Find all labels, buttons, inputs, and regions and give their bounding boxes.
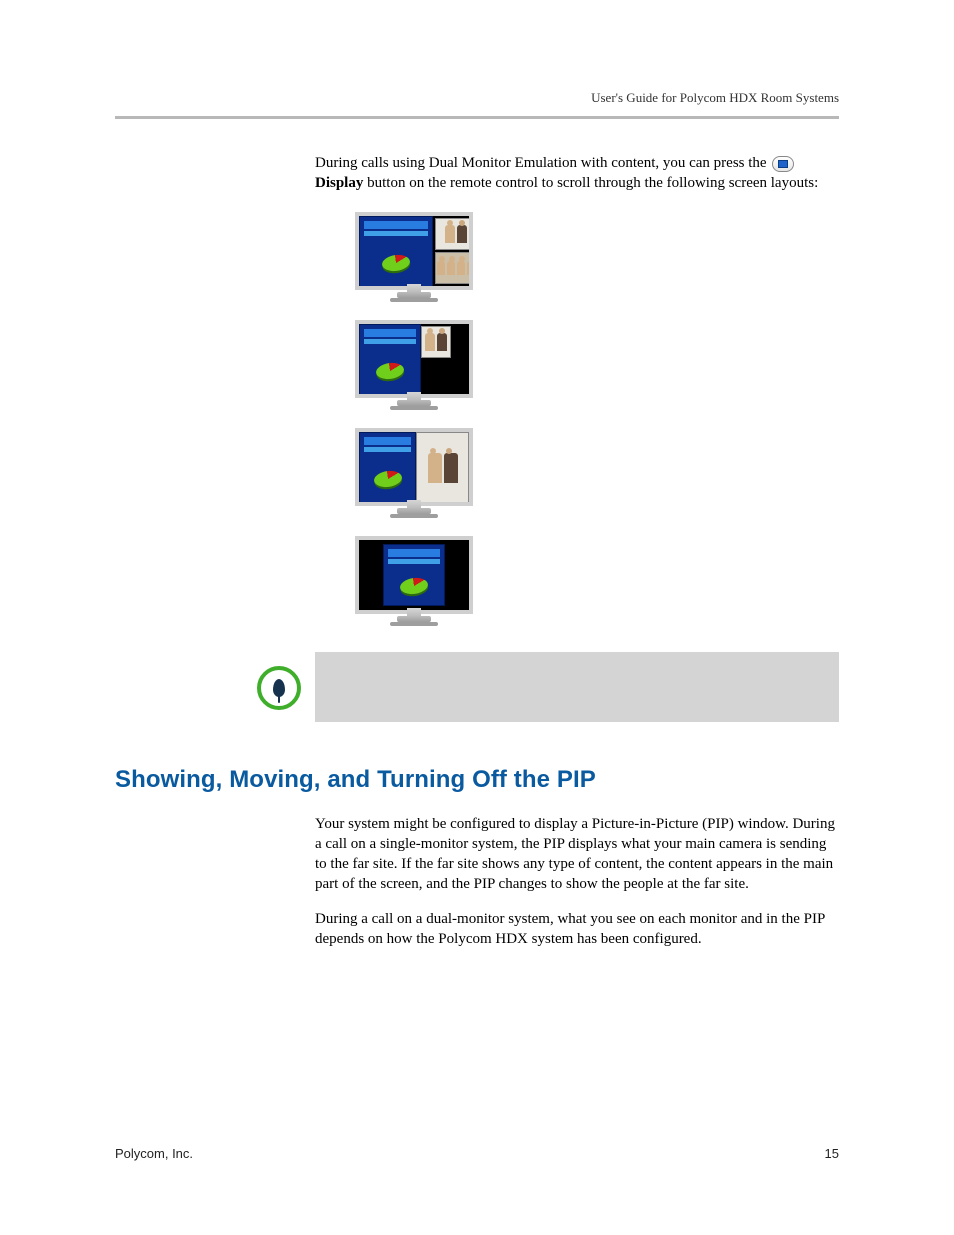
header-rule xyxy=(115,116,839,119)
intro-text-2: button on the remote control to scroll t… xyxy=(367,175,818,191)
section-heading: Showing, Moving, and Turning Off the PIP xyxy=(115,766,839,794)
layout-option-2 xyxy=(355,320,473,410)
display-button-icon xyxy=(772,156,794,172)
layout-figures xyxy=(355,212,839,626)
footer-company: Polycom, Inc. xyxy=(115,1146,193,1161)
people-tile xyxy=(435,252,469,284)
intro-text-1: During calls using Dual Monitor Emulatio… xyxy=(315,155,770,171)
section-para-2: During a call on a dual-monitor system, … xyxy=(315,909,839,950)
pin-icon xyxy=(257,666,301,710)
layout-option-3 xyxy=(355,428,473,518)
layout-option-1 xyxy=(355,212,473,302)
people-tile xyxy=(421,326,451,358)
running-header: User's Guide for Polycom HDX Room System… xyxy=(115,90,839,106)
display-button-label: Display xyxy=(315,175,363,191)
margin-note-block xyxy=(315,652,839,722)
layout-option-4 xyxy=(355,536,473,626)
footer-page-number: 15 xyxy=(825,1146,839,1161)
intro-paragraph: During calls using Dual Monitor Emulatio… xyxy=(315,153,839,194)
people-tile xyxy=(416,432,469,502)
section-para-1: Your system might be configured to displ… xyxy=(315,814,839,895)
people-tile xyxy=(435,218,469,250)
